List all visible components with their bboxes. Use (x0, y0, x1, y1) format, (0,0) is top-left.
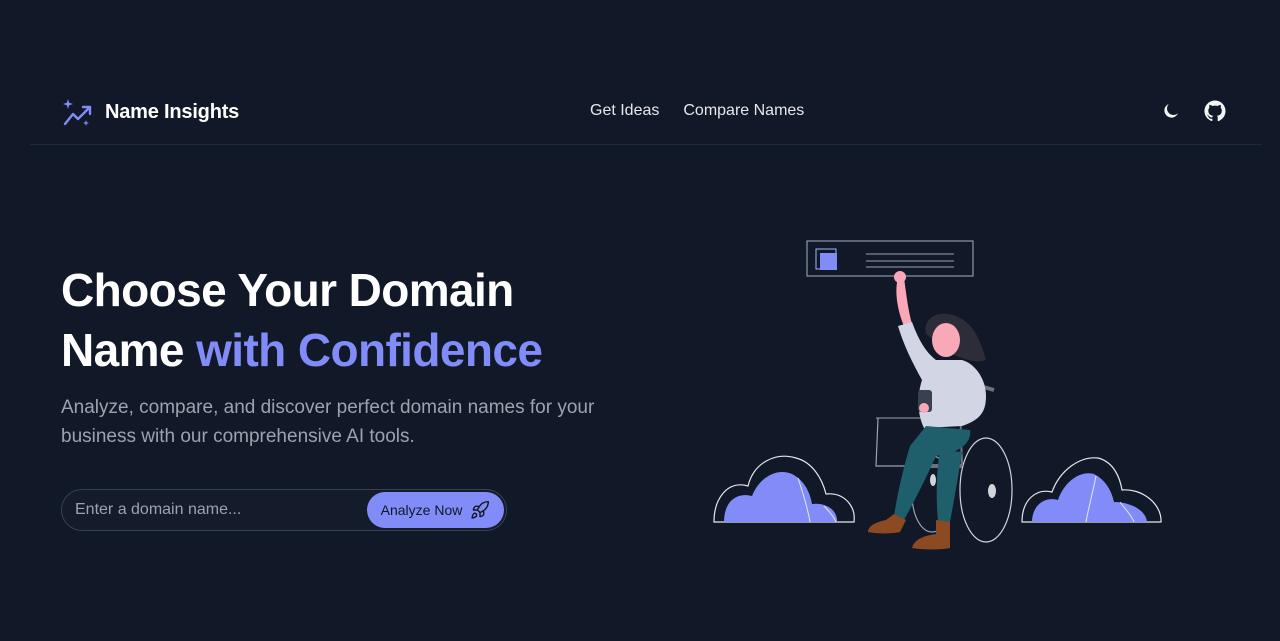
header-actions (1160, 100, 1226, 122)
nav-compare-names[interactable]: Compare Names (683, 102, 804, 120)
brand-name: Name Insights (105, 100, 240, 123)
person-figure (868, 271, 986, 550)
domain-search-input[interactable] (75, 490, 365, 530)
site-header: Name Insights Get Ideas Compare Names (30, 80, 1262, 145)
hero-subtitle: Analyze, compare, and discover perfect d… (61, 397, 595, 447)
page: Name Insights Get Ideas Compare Names Ch… (0, 0, 1280, 641)
domain-search-form: Analyze Now (61, 489, 507, 531)
github-icon (1204, 100, 1226, 122)
right-bush (1021, 457, 1162, 523)
hero-title: Choose Your Domain Name with Confidence (61, 260, 621, 380)
main-nav: Get Ideas Compare Names (590, 102, 804, 120)
github-link[interactable] (1204, 100, 1226, 122)
moon-icon (1164, 103, 1179, 118)
analyze-button[interactable]: Analyze Now (367, 492, 504, 528)
floating-card (806, 240, 974, 277)
trending-sparkle-icon (63, 99, 92, 126)
theme-toggle-button[interactable] (1160, 100, 1182, 122)
nav-get-ideas[interactable]: Get Ideas (590, 102, 659, 120)
hero-title-accent: with Confidence (196, 324, 543, 376)
rocket-icon (471, 500, 490, 519)
hero-illustration (713, 240, 1162, 550)
left-bush (713, 455, 855, 523)
brand-link[interactable]: Name Insights (62, 96, 239, 128)
analyze-button-label: Analyze Now (380, 502, 463, 518)
